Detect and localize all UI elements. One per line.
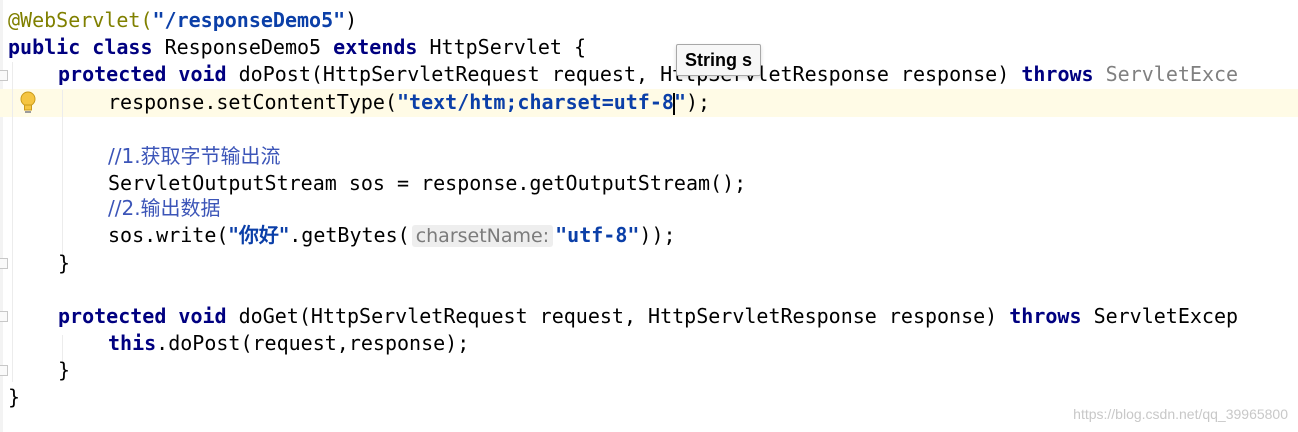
watermark: https://blog.csdn.net/qq_39965800 (1073, 406, 1288, 422)
exception-type: ServletExce (1105, 62, 1239, 86)
string-literal: "text/htm (396, 90, 506, 114)
exception-type: ServletExcep (1093, 304, 1239, 328)
method-call: response.setContentType( (108, 90, 397, 114)
annotation-token: @WebServlet( (8, 8, 153, 32)
keyword-void: void (178, 304, 227, 328)
parameter-info-tooltip: String s (676, 44, 762, 76)
paren-token: ); (685, 90, 711, 114)
method-call: sos.write( (108, 223, 229, 247)
string-literal: ;charset=utf-8 (505, 90, 674, 114)
keyword-throws: throws (1009, 304, 1082, 328)
method-call: .doPost(request,response); (156, 331, 470, 355)
code-line-class-decl: public class ResponseDemo5 extends HttpS… (8, 34, 586, 61)
fold-marker[interactable] (0, 365, 8, 376)
fold-marker[interactable] (0, 258, 8, 269)
keyword-class: class (92, 35, 153, 59)
fold-marker[interactable] (0, 70, 8, 81)
code-line-write: sos.write("你好".getBytes(charsetName: "utf… (108, 222, 676, 249)
super-class: HttpServlet { (429, 35, 587, 59)
keyword-throws: throws (1021, 62, 1094, 86)
code-line-close-brace: } (8, 385, 21, 409)
keyword-protected: protected (58, 62, 167, 86)
code-line-dopost-signature: protected void doPost(HttpServletRequest… (58, 61, 1238, 88)
keyword-extends: extends (333, 35, 418, 59)
parameter-hint: charsetName: (411, 225, 554, 247)
fold-marker[interactable] (0, 311, 8, 322)
annotation-value: "/responseDemo5" (152, 8, 346, 32)
string-literal: "你好" (228, 223, 290, 247)
method-call: .getBytes( (289, 223, 410, 247)
indent-guide (12, 62, 13, 382)
keyword-public: public (8, 35, 81, 59)
method-signature: doPost(HttpServletRequest request, (238, 62, 661, 86)
code-line-annotation: @WebServlet("/responseDemo5") (8, 7, 357, 34)
code-line-close-brace: } (58, 251, 71, 275)
method-signature: doGet(HttpServletRequest request, HttpSe… (238, 304, 1010, 328)
code-editor[interactable]: @WebServlet("/responseDemo5") public cla… (0, 0, 1298, 432)
indent-guide (62, 90, 63, 260)
code-line-output-stream: ServletOutputStream sos = response.getOu… (108, 171, 747, 195)
lightbulb-icon[interactable] (18, 90, 38, 116)
code-line-comment-2: //2.输出数据 (108, 196, 221, 220)
paren-token: ) (345, 8, 358, 32)
paren-token: )); (639, 223, 676, 247)
keyword-this: this (108, 331, 157, 355)
paren-token: ) (997, 62, 1022, 86)
code-line-set-content-type: response.setContentType("text/htm;charse… (108, 89, 710, 116)
code-line-close-brace: } (58, 358, 71, 382)
keyword-void: void (178, 62, 227, 86)
code-line-doget-signature: protected void doGet(HttpServletRequest … (58, 303, 1238, 330)
string-literal: " (673, 90, 686, 114)
class-name: ResponseDemo5 (164, 35, 322, 59)
string-literal: "utf-8" (555, 223, 640, 247)
keyword-protected: protected (58, 304, 167, 328)
code-line-comment-1: //1.获取字节输出流 (108, 144, 281, 168)
code-line-this-dopost: this.doPost(request,response); (108, 330, 469, 357)
